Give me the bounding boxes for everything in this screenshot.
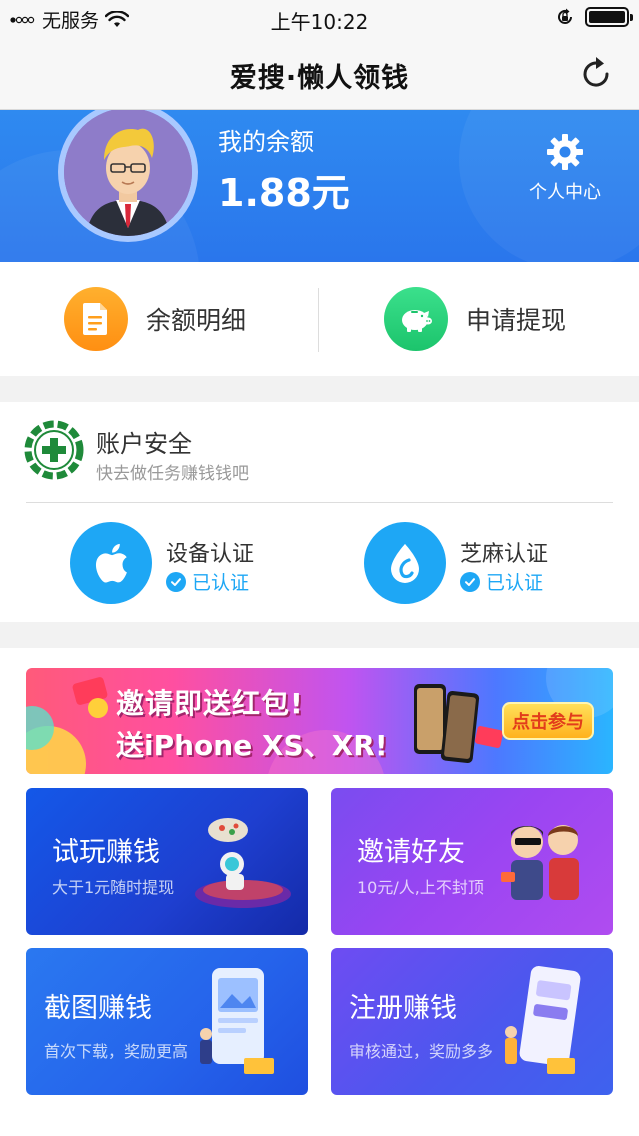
check-icon bbox=[166, 571, 186, 592]
device-verification-label: 设备认证 bbox=[166, 542, 255, 567]
device-verification-status: 已认证 bbox=[166, 568, 249, 595]
avatar-illustration bbox=[64, 110, 192, 236]
invite-banner[interactable]: 邀请即送红包! 送iPhone XS、XR! 点击参与 bbox=[26, 668, 613, 774]
personal-center-button[interactable]: 个人中心 bbox=[525, 132, 605, 204]
refresh-icon[interactable] bbox=[577, 54, 615, 92]
security-shield-icon bbox=[24, 420, 84, 480]
trial-play-card[interactable]: 试玩赚钱 大于1元随时提现 bbox=[26, 788, 308, 935]
astronaut-illustration bbox=[195, 818, 291, 908]
phone-screenshot-illustration bbox=[200, 968, 274, 1074]
check-icon bbox=[460, 571, 480, 592]
document-icon bbox=[64, 287, 128, 351]
quick-actions: 余额明细 申请提现 bbox=[0, 262, 639, 376]
sesame-verification-status: 已认证 bbox=[460, 568, 543, 595]
security-subtitle: 快去做任务赚钱钱吧 bbox=[96, 464, 249, 484]
invite-friends-subtitle: 10元/人,上不封顶 bbox=[357, 878, 484, 897]
sesame-verification-status-text: 已认证 bbox=[486, 572, 544, 594]
divider bbox=[318, 288, 319, 352]
screenshot-earn-subtitle: 首次下载，奖励更高 bbox=[44, 1042, 189, 1061]
friends-illustration bbox=[501, 825, 579, 900]
trial-play-title: 试玩赚钱 bbox=[52, 837, 160, 868]
nav-bar: 爱搜·懒人领钱 bbox=[0, 36, 639, 110]
screenshot-earn-title: 截图赚钱 bbox=[44, 993, 152, 1024]
join-button[interactable]: 点击参与 bbox=[502, 702, 594, 740]
task-cards: 邀请即送红包! 送iPhone XS、XR! 点击参与 试玩赚钱 大于1元随时提… bbox=[0, 648, 639, 1136]
sesame-verification-label: 芝麻认证 bbox=[460, 542, 549, 567]
rotation-lock-icon bbox=[558, 8, 572, 24]
clock: 上午10:22 bbox=[270, 10, 369, 34]
sesame-verification[interactable]: 芝麻认证 已认证 bbox=[364, 522, 604, 606]
balance-detail-button[interactable]: 余额明细 bbox=[64, 287, 246, 351]
gear-icon bbox=[547, 134, 583, 170]
piggy-bank-icon bbox=[384, 287, 448, 351]
device-verification-status-text: 已认证 bbox=[192, 572, 250, 594]
status-bar: 无服务 上午10:22 bbox=[0, 0, 639, 36]
iphone-image bbox=[414, 684, 480, 763]
divider bbox=[26, 502, 613, 503]
balance-detail-label: 余额明细 bbox=[146, 306, 247, 335]
withdraw-label: 申请提现 bbox=[466, 306, 567, 335]
withdraw-button[interactable]: 申请提现 bbox=[384, 287, 566, 351]
status-right bbox=[555, 7, 633, 27]
balance-header: 我的余额 1.88元 个人中心 bbox=[0, 110, 639, 262]
balance-value: 1.88元 bbox=[218, 171, 350, 215]
balance-label: 我的余额 bbox=[218, 128, 314, 156]
trial-play-subtitle: 大于1元随时提现 bbox=[52, 878, 175, 897]
invite-friends-card[interactable]: 邀请好友 10元/人,上不封顶 bbox=[331, 788, 613, 935]
battery-icon bbox=[585, 7, 633, 27]
account-security: 账户安全 快去做任务赚钱钱吧 设备认证 已认证 芝麻认证 已认证 bbox=[0, 402, 639, 622]
page-title: 爱搜·懒人领钱 bbox=[229, 63, 410, 94]
register-earn-title: 注册赚钱 bbox=[349, 993, 457, 1024]
avatar[interactable] bbox=[58, 110, 198, 242]
banner-subheadline: 送iPhone XS、XR! bbox=[116, 729, 388, 762]
invite-friends-title: 邀请好友 bbox=[357, 837, 465, 868]
apple-icon bbox=[70, 522, 152, 604]
register-earn-subtitle: 审核通过，奖励多多 bbox=[349, 1042, 494, 1061]
sesame-icon bbox=[364, 522, 446, 604]
screenshot-earn-card[interactable]: 截图赚钱 首次下载，奖励更高 bbox=[26, 948, 308, 1095]
personal-center-label: 个人中心 bbox=[529, 182, 601, 203]
phone-register-illustration bbox=[505, 966, 581, 1074]
security-title: 账户安全 bbox=[96, 430, 192, 458]
banner-headline: 邀请即送红包! bbox=[116, 687, 304, 720]
device-verification[interactable]: 设备认证 已认证 bbox=[70, 522, 310, 606]
register-earn-card[interactable]: 注册赚钱 审核通过，奖励多多 bbox=[331, 948, 613, 1095]
